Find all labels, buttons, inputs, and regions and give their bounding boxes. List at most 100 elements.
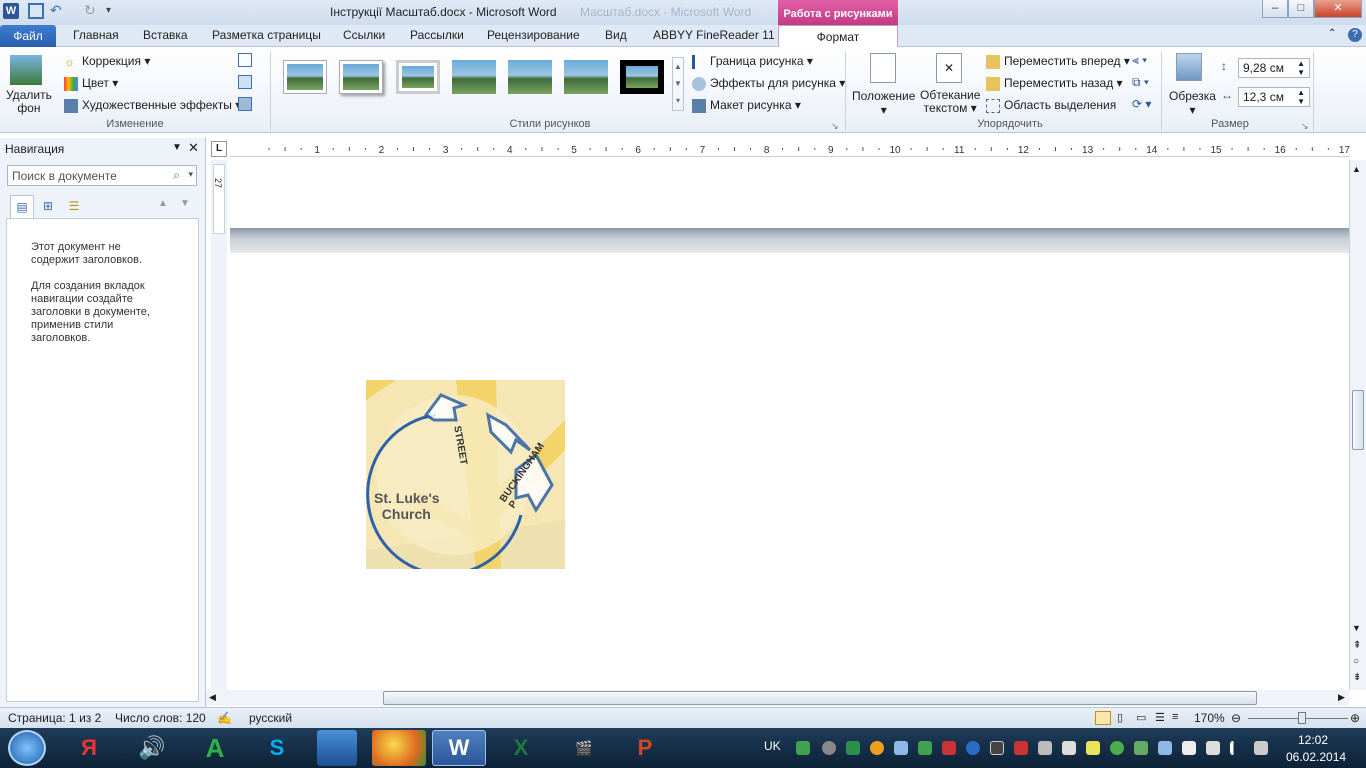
picture-style-4[interactable] [452, 60, 496, 94]
horizontal-scrollbar[interactable]: ◀ ▶ [206, 690, 1349, 706]
prev-page-icon[interactable]: ⇞ [1353, 640, 1361, 651]
tab-references[interactable]: Ссылки [343, 28, 385, 42]
picture-style-1[interactable] [283, 60, 327, 94]
close-button[interactable]: ✕ [1314, 0, 1362, 18]
zoom-level[interactable]: 170% [1194, 711, 1225, 725]
status-language[interactable]: русский [249, 711, 292, 725]
crop-button[interactable]: Обрезка ▾ [1169, 89, 1216, 117]
input-language[interactable]: UK [764, 739, 781, 753]
color-button[interactable]: Цвет ▾ [64, 76, 118, 91]
tray-icon-16[interactable] [1158, 741, 1172, 755]
save-icon[interactable] [28, 3, 44, 19]
group-icon[interactable]: ⧉ ▾ [1132, 75, 1149, 90]
skype-icon[interactable]: S [250, 730, 304, 766]
tab-format[interactable]: Формат [778, 25, 898, 48]
size-launcher-icon[interactable]: ↘ [1301, 121, 1309, 132]
tray-icon-14[interactable] [1110, 741, 1124, 755]
browse-object-icon[interactable]: ○ [1353, 656, 1359, 667]
wrap-text-icon[interactable]: ✕ [936, 53, 962, 83]
picture-style-3[interactable] [396, 60, 440, 94]
video-editor-icon[interactable]: 🎬 [557, 730, 611, 766]
search-input[interactable]: Поиск в документе ⌕ ▾ [7, 165, 197, 186]
position-button[interactable]: Положение ▾ [852, 89, 915, 117]
nav-up-icon[interactable]: ▲ [158, 198, 168, 209]
status-words[interactable]: Число слов: 120 [115, 711, 206, 725]
app-a-icon[interactable]: A [188, 730, 242, 766]
picture-style-6[interactable] [564, 60, 608, 94]
nav-down-icon[interactable]: ▼ [180, 198, 190, 209]
tab-home[interactable]: Главная [73, 28, 119, 42]
tray-icon-13[interactable] [1086, 741, 1100, 755]
minimize-ribbon-icon[interactable]: ⌃ [1328, 28, 1336, 39]
compress-icon[interactable] [238, 53, 252, 67]
customize-qat-icon[interactable]: ▾ [106, 3, 122, 19]
height-field[interactable]: 9,28 см ▲ ▼ [1238, 58, 1310, 78]
tray-icon-7[interactable] [942, 741, 956, 755]
search-icon[interactable]: ⌕ [173, 168, 180, 183]
tray-icon-9[interactable] [990, 741, 1004, 755]
styles-launcher-icon[interactable]: ↘ [831, 121, 839, 132]
tray-icon-2[interactable] [822, 741, 836, 755]
word-app-icon[interactable]: W [3, 3, 19, 19]
zoom-out-icon[interactable]: ⊖ [1231, 711, 1241, 725]
tray-icon-1[interactable] [796, 741, 810, 755]
send-backward-button[interactable]: Переместить назад ▾ [986, 76, 1123, 91]
excel-icon[interactable]: X [494, 730, 548, 766]
map-picture[interactable]: STREET BUCKINGHAM P St. Luke's Church [366, 380, 565, 569]
wrap-text-button[interactable]: Обтекание текстом ▾ [920, 89, 980, 115]
tray-icon-15[interactable] [1134, 741, 1148, 755]
bluetooth-icon[interactable] [966, 741, 980, 755]
scroll-up-icon[interactable]: ▲ [1352, 164, 1361, 174]
start-button[interactable] [8, 730, 46, 766]
zoom-in-icon[interactable]: ⊕ [1350, 711, 1360, 725]
position-icon[interactable] [870, 53, 896, 83]
tab-headings-icon[interactable]: ▤ [10, 195, 34, 218]
tray-icon-11[interactable] [1038, 741, 1052, 755]
tab-pages-icon[interactable]: ⊞ [36, 195, 60, 217]
powerpoint-icon[interactable]: P [618, 730, 672, 766]
yandex-icon[interactable]: Я [62, 730, 116, 766]
scroll-left-icon[interactable]: ◀ [209, 692, 216, 703]
media-player-icon[interactable] [372, 730, 426, 766]
tab-file[interactable]: Файл [0, 25, 56, 47]
outline-icon[interactable]: ☰ [1155, 711, 1165, 724]
redo-icon[interactable]: ↻ [84, 3, 100, 19]
crop-icon[interactable] [1176, 53, 1202, 81]
help-icon[interactable]: ? [1348, 28, 1362, 42]
tab-selector[interactable]: L [211, 141, 227, 157]
nav-close-icon[interactable]: ✕ [188, 140, 199, 156]
tray-icon-12[interactable] [1062, 741, 1076, 755]
full-screen-icon[interactable]: ▯ [1117, 711, 1123, 724]
tab-abbyy[interactable]: ABBYY FineReader 11 [653, 28, 775, 42]
correction-button[interactable]: ☼ Коррекция ▾ [64, 54, 150, 69]
scroll-right-icon[interactable]: ▶ [1338, 692, 1345, 703]
tray-icon-3[interactable] [846, 741, 860, 755]
vertical-ruler[interactable]: 27 [211, 160, 227, 690]
tab-view[interactable]: Вид [605, 28, 627, 42]
scroll-thumb[interactable] [1352, 390, 1364, 450]
tab-review[interactable]: Рецензирование [487, 28, 580, 42]
bring-forward-button[interactable]: Переместить вперед ▾ [986, 54, 1130, 69]
file-explorer-icon[interactable] [317, 730, 357, 766]
width-field[interactable]: 12,3 см ▲ ▼ [1238, 87, 1310, 107]
picture-effects-button[interactable]: Эффекты для рисунка ▾ [692, 76, 845, 91]
tab-page-layout[interactable]: Разметка страницы [212, 28, 321, 42]
vertical-scrollbar[interactable]: ▲ ▼ ⇞ ○ ⇟ [1349, 160, 1366, 690]
horizontal-ruler[interactable]: 1 2 3 4 5 6 7 8 9 10 11 12 13 14 15 16 17 [230, 141, 1350, 157]
minimize-button[interactable]: – [1262, 0, 1288, 18]
picture-style-5[interactable] [508, 60, 552, 94]
reset-picture-icon[interactable] [238, 97, 252, 111]
zoom-slider-thumb[interactable] [1298, 712, 1306, 724]
tray-icon-6[interactable] [918, 741, 932, 755]
scroll-down-icon[interactable]: ▼ [1352, 623, 1361, 633]
tab-insert[interactable]: Вставка [143, 28, 188, 42]
styles-gallery-scroll[interactable]: ▲ ▼ ▾ [672, 57, 684, 111]
selection-pane-button[interactable]: Область выделения [986, 98, 1116, 113]
undo-icon[interactable]: ↶ [50, 3, 66, 19]
change-picture-icon[interactable] [238, 75, 252, 89]
picture-style-7[interactable] [620, 60, 664, 94]
speaker-icon[interactable]: 🔊 [125, 730, 179, 766]
maximize-button[interactable]: □ [1288, 0, 1314, 18]
word-taskbar-icon[interactable]: W [432, 730, 486, 766]
clock-time[interactable]: 12:02 [1298, 733, 1328, 747]
